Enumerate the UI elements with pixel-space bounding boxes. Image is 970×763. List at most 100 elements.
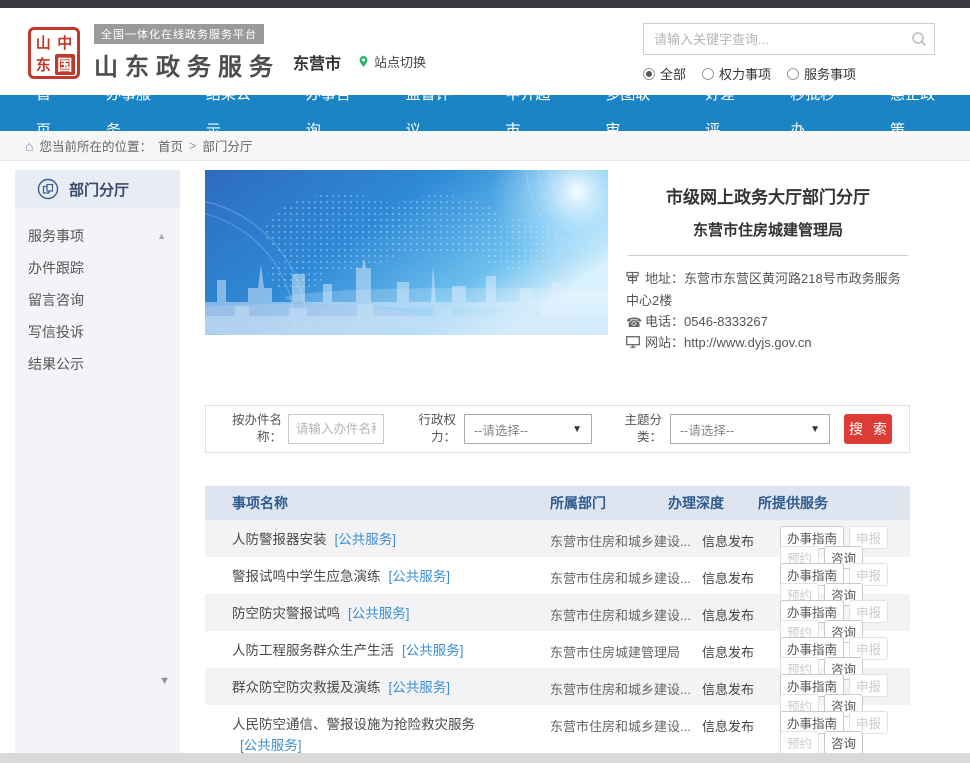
item-department-cell: 东营市住房和城乡建设...	[550, 715, 702, 735]
radio-icon	[702, 68, 714, 80]
item-name-text: 群众防空防灾救援及演练	[232, 680, 381, 695]
admin-power-label: 行政权力：	[410, 412, 456, 446]
col-header-services: 所提供服务	[758, 493, 910, 513]
site-switch-label: 站点切换	[374, 52, 426, 71]
item-name-text: 警报试鸣中学生应急演练	[232, 569, 381, 584]
keyword-search-input[interactable]	[643, 23, 935, 55]
public-service-tag-link[interactable]: [公共服务]	[240, 738, 302, 753]
seal-char: 东	[33, 54, 54, 75]
item-department-cell: 东营市住房城建管理局	[550, 641, 702, 661]
table-row: 人防工程服务群众生产生活[公共服务] 东营市住房城建管理局 信息发布 办事指南 …	[205, 631, 910, 668]
item-name-cell: 警报试鸣中学生应急演练 [公共服务]	[232, 567, 550, 588]
radio-icon	[787, 68, 799, 80]
public-service-tag-link[interactable]: [公共服务]	[389, 680, 451, 695]
site-logo[interactable]: 山中东国 全国一体化在线政务服务平台 山东政务服务	[28, 24, 280, 82]
item-name-cell: 防空防灾警报试鸣 [公共服务]	[232, 604, 550, 625]
search-scope-options: 全部 权力事项 服务事项	[643, 64, 935, 83]
breadcrumb-current[interactable]: 部门分厅	[202, 136, 252, 155]
radio-label: 服务事项	[804, 64, 856, 83]
sidebar-item[interactable]: 留言咨询	[15, 284, 180, 316]
search-icon[interactable]	[911, 31, 927, 47]
address-label: 地址：	[645, 271, 684, 286]
monitor-icon	[626, 334, 641, 355]
sidebar-item[interactable]: 服务事项 ▲	[15, 220, 180, 252]
search-scope-radio[interactable]: 权力事项	[702, 64, 771, 83]
item-department-cell: 东营市住房和城乡建设...	[550, 567, 702, 587]
public-service-tag-link[interactable]: [公共服务]	[402, 643, 464, 658]
item-name-cell: 人防工程服务群众生产生活[公共服务]	[232, 641, 550, 662]
sidebar-item[interactable]: 写信投诉	[15, 316, 180, 348]
item-name-cell: 人民防空通信、警报设施为抢险救灾服务 [公共服务]	[232, 715, 550, 757]
public-service-tag-link[interactable]: [公共服务]	[389, 569, 451, 584]
item-name-text: 防空防灾警报试鸣	[232, 606, 340, 621]
sidebar-item[interactable]: 办件跟踪	[15, 252, 180, 284]
current-city: 东营市	[293, 50, 341, 74]
home-icon: ⌂	[25, 138, 33, 154]
item-name-label: 按办件名称：	[224, 412, 282, 446]
address-line: 地址：东营市东营区黄河路218号市政务服务中心2楼	[626, 269, 910, 312]
sidebar-menu: 服务事项 ▲ 办件跟踪 留言咨询 写信投诉	[15, 208, 180, 380]
hall-title: 市级网上政务大厅部门分厅	[626, 183, 910, 208]
sidebar-header: 部门分厅	[15, 170, 180, 208]
table-row: 群众防空防灾救援及演练[公共服务] 东营市住房和城乡建设... 信息发布 办事指…	[205, 668, 910, 705]
item-name-text: 人民防空通信、警报设施为抢险救灾服务	[232, 717, 475, 732]
department-banner-image	[205, 170, 608, 335]
seal-char: 中	[55, 32, 76, 53]
dropdown-caret-icon: ▼	[572, 424, 582, 435]
seal-char: 山	[33, 32, 54, 53]
topic-class-value: --请选择--	[680, 420, 734, 439]
item-depth-cell: 信息发布	[702, 715, 780, 735]
admin-power-value: --请选择--	[474, 420, 528, 439]
topic-class-select[interactable]: --请选择-- ▼	[670, 414, 830, 444]
brand-title: 山东政务服务	[94, 47, 280, 82]
brand-badge: 全国一体化在线政务服务平台	[94, 24, 264, 44]
sidebar-item-label: 留言咨询	[28, 290, 84, 310]
contact-block: 地址：东营市东营区黄河路218号市政务服务中心2楼 ☎电话：0546-83332…	[626, 269, 910, 355]
admin-power-select[interactable]: --请选择-- ▼	[464, 414, 592, 444]
radio-label: 全部	[660, 64, 686, 83]
keyword-search: 全部 权力事项 服务事项	[643, 23, 935, 83]
sidebar-item[interactable]: 结果公示	[15, 348, 180, 380]
breadcrumb-home-link[interactable]: 首页	[158, 136, 183, 155]
consult-button[interactable]: 咨询	[824, 731, 863, 754]
brand-text: 全国一体化在线政务服务平台 山东政务服务	[94, 24, 280, 82]
topic-class-label: 主题分类：	[616, 412, 662, 446]
page-bottom-strip	[0, 753, 970, 763]
sidebar-scroll-down-icon[interactable]: ▼	[159, 675, 170, 687]
page-content: 部门分厅 服务事项 ▲ 办件跟踪 留言咨询	[0, 161, 970, 758]
item-name-input[interactable]	[288, 414, 384, 444]
table-row: 人民防空通信、警报设施为抢险救灾服务 [公共服务] 东营市住房和城乡建设... 信…	[205, 705, 910, 758]
filter-search-button[interactable]: 搜 索	[844, 414, 892, 444]
website-value[interactable]: http://www.dyjs.gov.cn	[684, 335, 812, 350]
sidebar-item-label: 结果公示	[28, 354, 84, 374]
item-depth-cell: 信息发布	[702, 567, 780, 587]
public-service-tag-link[interactable]: [公共服务]	[335, 532, 397, 547]
reserve-button: 预约	[780, 731, 819, 754]
table-row: 警报试鸣中学生应急演练[公共服务] 东营市住房和城乡建设... 信息发布 办事指…	[205, 557, 910, 594]
seal-char: 国	[55, 54, 76, 75]
radio-icon	[643, 68, 655, 80]
main-nav: 首页办事服务结果公示办事咨询监督评议中介超市多图联审好差评秒批秒办惠企政策	[0, 95, 970, 131]
item-name-cell: 群众防空防灾救援及演练 [公共服务]	[232, 678, 550, 699]
breadcrumb-separator: >	[189, 139, 196, 153]
item-name-text: 人防警报器安装	[232, 532, 327, 547]
shandong-seal-icon: 山中东国	[28, 27, 80, 79]
table-row: 防空防灾警报试鸣[公共服务] 东营市住房和城乡建设... 信息发布 办事指南 申…	[205, 594, 910, 631]
phone-label: 电话：	[645, 314, 684, 329]
table-header-row: 事项名称 所属部门 办理深度 所提供服务	[205, 486, 910, 520]
sidebar: 部门分厅 服务事项 ▲ 办件跟踪 留言咨询	[15, 170, 180, 754]
address-sign-icon	[626, 270, 641, 291]
breadcrumb-prefix: 您当前所在的位置：	[39, 136, 152, 155]
sidebar-item-label: 办件跟踪	[28, 258, 84, 278]
service-items-table: 事项名称 所属部门 办理深度 所提供服务 人防警报器安装 [公共服务] 东营市住房…	[205, 486, 910, 758]
item-depth-cell: 信息发布	[702, 604, 780, 624]
search-scope-radio[interactable]: 服务事项	[787, 64, 856, 83]
main-panel: 市级网上政务大厅部门分厅 东营市住房城建管理局 地址：东营市东营区黄河路218号…	[205, 170, 910, 758]
item-depth-cell: 信息发布	[702, 530, 780, 550]
website-line: 网站：http://www.dyjs.gov.cn	[626, 333, 910, 355]
site-switch-link[interactable]: 站点切换	[358, 52, 426, 71]
search-scope-radio[interactable]: 全部	[643, 64, 686, 83]
public-service-tag-link[interactable]: [公共服务]	[348, 606, 410, 621]
site-header: 山中东国 全国一体化在线政务服务平台 山东政务服务 东营市 站点切换 全部	[0, 8, 970, 95]
item-depth-cell: 信息发布	[702, 678, 780, 698]
